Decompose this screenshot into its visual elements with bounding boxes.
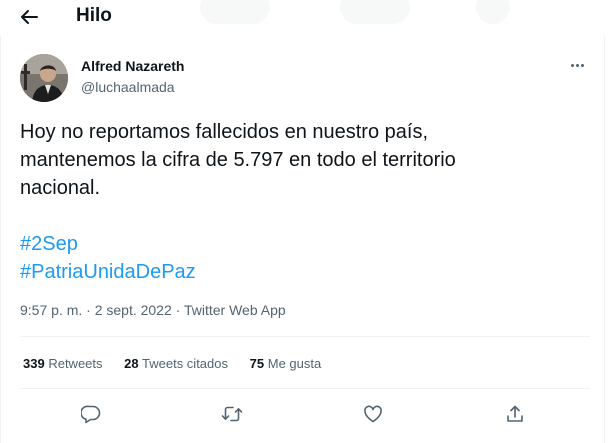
likes-stat[interactable]: 75 Me gusta [250,356,322,371]
tweet-metadata: 9:57 p. m. · 2 sept. 2022 · Twitter Web … [20,302,286,318]
tweet-source[interactable]: Twitter Web App [184,302,286,318]
meta-separator: · [171,302,184,318]
more-options-button[interactable] [567,58,587,72]
tweet-actions [1,398,606,428]
retweet-button[interactable] [220,402,244,426]
faded-header-shape [340,0,410,24]
faded-header-shape [476,0,510,24]
author-name[interactable]: Alfred Nazareth [81,58,184,74]
tweet-text-line: mantenemos la cifra de 5.797 en todo el … [20,149,456,171]
divider [20,388,590,389]
tweet-text-line: nacional. [20,177,101,199]
arrow-left-icon [21,10,38,24]
tweet-text: Hoy no reportamos fallecidos en nuestro … [20,118,590,202]
tweet-timestamp[interactable]: 9:57 p. m. · 2 sept. 2022 [20,302,172,318]
avatar-photo [20,54,68,102]
author-handle[interactable]: @luchaalmada [81,79,175,95]
quotes-stat[interactable]: 28 Tweets citados [124,356,228,371]
hashtag-link[interactable]: #2Sep [20,230,196,258]
page-title: Hilo [76,5,112,26]
share-icon [507,405,523,422]
tweet: Alfred Nazareth @luchaalmada Hoy no repo… [0,36,605,443]
hashtags: #2Sep #PatriaUnidaDePaz [20,230,196,286]
more-dots-icon [570,63,574,67]
like-button[interactable] [361,402,385,426]
faded-header-shape [200,0,270,24]
reply-button[interactable] [79,402,103,426]
quotes-count: 28 [124,356,139,371]
retweet-icon [221,406,243,422]
thread-header: Hilo [0,0,613,36]
back-button[interactable] [14,4,44,30]
more-dot [575,63,579,67]
tweet-text-line: Hoy no reportamos fallecidos en nuestro … [20,121,428,143]
heart-icon [364,405,382,423]
reply-icon [81,405,101,424]
tweet-stats: 339 Retweets 28 Tweets citados 75 Me gus… [23,356,339,371]
quotes-label: Tweets citados [142,356,229,371]
likes-label: Me gusta [267,356,322,371]
retweets-stat[interactable]: 339 Retweets [23,356,103,371]
avatar[interactable] [20,54,68,102]
share-button[interactable] [503,402,527,426]
likes-count: 75 [249,356,265,371]
divider [20,336,590,337]
more-dot [580,63,584,67]
retweets-label: Retweets [48,356,103,371]
hashtag-link[interactable]: #PatriaUnidaDePaz [20,258,196,286]
retweets-count: 339 [23,356,45,371]
